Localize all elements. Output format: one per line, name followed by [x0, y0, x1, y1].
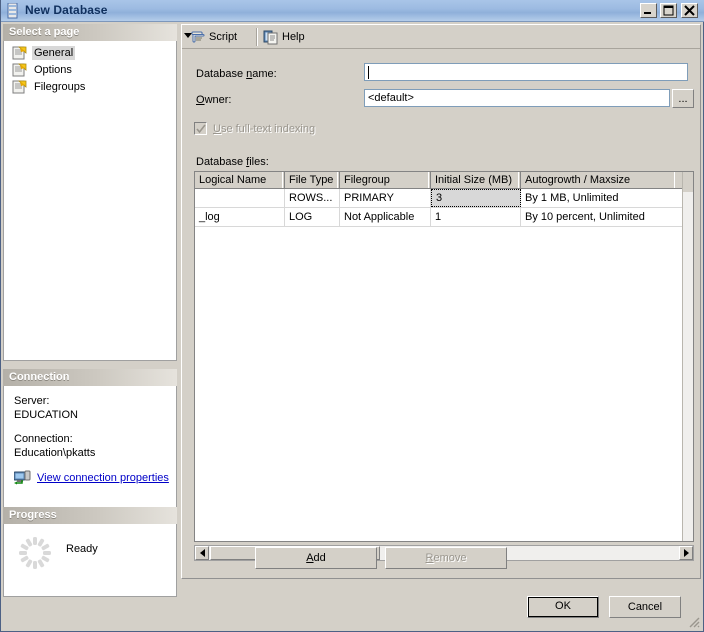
view-connection-properties-link[interactable]: View connection properties: [37, 472, 169, 484]
page-icon: [12, 79, 28, 95]
script-label: Script: [209, 31, 238, 43]
help-icon: [263, 29, 279, 45]
column-header-initial-size[interactable]: Initial Size (MB): [431, 172, 521, 188]
connection-value: Education\pkatts: [14, 447, 96, 459]
table-row[interactable]: _log LOG Not Applicable 1 By 10 percent,…: [195, 208, 693, 227]
database-icon: [6, 2, 20, 19]
ok-button[interactable]: OK: [527, 596, 599, 618]
connection-header: Connection: [3, 369, 177, 386]
server-value: EDUCATION: [14, 409, 78, 421]
column-header-logical-name[interactable]: Logical Name: [195, 172, 285, 188]
cell-autogrowth[interactable]: By 10 percent, Unlimited: [521, 208, 676, 226]
database-name-label: Database name:: [196, 68, 277, 80]
fulltext-checkbox[interactable]: [194, 122, 207, 135]
page-tree[interactable]: General Options Filegroups: [3, 41, 177, 361]
cell-file-type[interactable]: ROWS...: [285, 189, 340, 207]
help-button[interactable]: Help: [260, 27, 308, 47]
grid-header-row: Logical Name File Type Filegroup Initial…: [195, 172, 693, 189]
new-database-dialog: New Database Select a page General Optio…: [0, 0, 704, 632]
cell-file-type[interactable]: LOG: [285, 208, 340, 226]
use-fulltext-indexing-row[interactable]: Use full-text indexing: [194, 122, 315, 135]
connection-label: Connection:: [14, 433, 73, 445]
server-label: Server:: [14, 395, 50, 407]
connection-icon: [13, 470, 32, 486]
database-files-grid[interactable]: Logical Name File Type Filegroup Initial…: [194, 171, 694, 542]
view-connection-properties-row[interactable]: View connection properties: [13, 470, 176, 486]
cancel-button[interactable]: Cancel: [609, 596, 681, 618]
remove-button[interactable]: Remove: [385, 547, 507, 569]
scroll-left-icon[interactable]: [195, 546, 209, 560]
sidebar-item-label: Options: [34, 63, 72, 76]
sidebar-item-label: General: [32, 45, 76, 60]
cell-initial-size[interactable]: 3: [431, 189, 521, 207]
cell-initial-size[interactable]: 1: [431, 208, 521, 226]
scroll-right-icon[interactable]: [679, 546, 693, 560]
close-button[interactable]: [681, 3, 698, 18]
cell-filegroup[interactable]: Not Applicable: [340, 208, 431, 226]
progress-body: Ready: [3, 524, 177, 597]
owner-browse-button[interactable]: ...: [672, 89, 694, 108]
connection-body: Server: EDUCATION Connection: Education\…: [3, 386, 177, 509]
page-icon: [12, 45, 28, 61]
sidebar-item-filegroups[interactable]: Filegroups: [4, 78, 176, 95]
grid-vertical-scrollbar[interactable]: [682, 172, 693, 541]
database-name-input[interactable]: [364, 63, 688, 81]
title-bar[interactable]: New Database: [1, 0, 704, 22]
column-header-file-type[interactable]: File Type: [285, 172, 340, 188]
sidebar-item-label: Filegroups: [34, 80, 86, 93]
table-row[interactable]: ROWS... PRIMARY 3 By 1 MB, Unlimited: [195, 189, 693, 208]
dialog-toolbar: Script Help: [182, 25, 700, 49]
owner-input[interactable]: <default>: [364, 89, 670, 107]
grid-vertical-scrollbar-thumb[interactable]: [683, 172, 693, 192]
database-files-label: Database files:: [196, 156, 269, 168]
cell-logical-name[interactable]: [195, 189, 285, 207]
add-button[interactable]: Add: [255, 547, 377, 569]
help-label: Help: [282, 31, 305, 43]
column-header-autogrowth[interactable]: Autogrowth / Maxsize: [521, 172, 676, 188]
text-caret: [368, 66, 369, 79]
window-title: New Database: [25, 3, 108, 17]
select-a-page-header: Select a page: [3, 24, 177, 41]
toolbar-separator: [256, 28, 258, 46]
page-icon: [12, 62, 28, 78]
cell-autogrowth[interactable]: By 1 MB, Unlimited: [521, 189, 676, 207]
connection-panel: Connection Server: EDUCATION Connection:…: [3, 369, 177, 509]
minimize-button[interactable]: [640, 3, 657, 18]
general-page-content: Script Help Database name: Owner: <defau…: [181, 24, 701, 579]
maximize-button[interactable]: [660, 3, 677, 18]
script-icon: [190, 29, 206, 45]
column-header-filegroup[interactable]: Filegroup: [340, 172, 431, 188]
resize-grip-icon[interactable]: [687, 615, 701, 629]
fulltext-label: Use full-text indexing: [213, 122, 316, 135]
cell-logical-name[interactable]: _log: [195, 208, 285, 226]
progress-status: Ready: [66, 543, 98, 555]
sidebar-item-general[interactable]: General: [4, 44, 176, 61]
sidebar-item-options[interactable]: Options: [4, 61, 176, 78]
progress-panel: Progress Ready: [3, 507, 177, 597]
owner-label: Owner:: [196, 94, 232, 106]
progress-spinner-icon: [18, 536, 52, 570]
script-button[interactable]: Script: [187, 27, 240, 47]
progress-header: Progress: [3, 507, 177, 524]
cell-filegroup[interactable]: PRIMARY: [340, 189, 431, 207]
checkmark-icon: [196, 124, 206, 134]
